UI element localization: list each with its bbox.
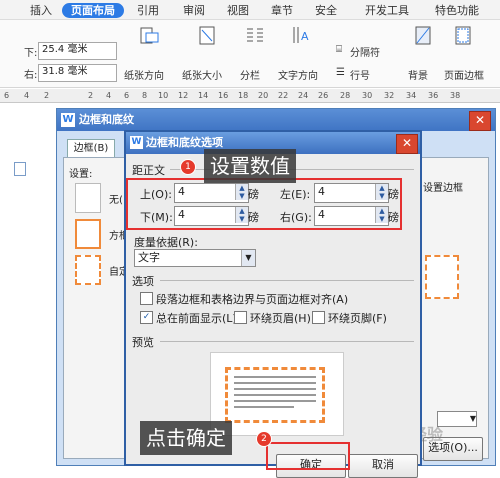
measure-from-label: 度量依据(R): xyxy=(134,236,198,249)
preview-text-line xyxy=(234,382,316,384)
ruler-number: 24 xyxy=(298,91,309,100)
page-size-icon[interactable] xyxy=(196,24,218,46)
tab-page-layout[interactable]: 页面布局 xyxy=(62,3,124,18)
setting-none-label[interactable]: 无( xyxy=(109,191,123,206)
line-number-icon: ☰ xyxy=(336,67,345,78)
margin-right-label: 右: xyxy=(24,70,38,81)
close-icon[interactable]: ✕ xyxy=(396,134,418,154)
preview-group-label: 预览 xyxy=(132,336,154,349)
ruler-number: 22 xyxy=(278,91,289,100)
step1-callout: 设置数值 xyxy=(204,149,296,183)
document-icon xyxy=(14,162,26,176)
page-orientation-button[interactable]: 纸张方向 xyxy=(124,67,164,82)
tab-review[interactable]: 审阅 xyxy=(180,3,208,18)
setting-box-icon[interactable] xyxy=(75,219,101,249)
tab-section[interactable]: 章节 xyxy=(268,3,296,18)
wps-logo-icon: W xyxy=(130,136,143,149)
settings-label: 设置: xyxy=(69,169,93,180)
surround-header-label[interactable]: 环绕页眉(H) xyxy=(250,310,311,326)
step1-badge: 1 xyxy=(180,159,196,175)
ruler-number: 32 xyxy=(384,91,395,100)
ruler-number: 20 xyxy=(258,91,269,100)
ruler-number: 2 xyxy=(88,91,94,100)
ruler-number: 28 xyxy=(340,91,351,100)
ribbon-tab-bar: 插入 页面布局 引用 审阅 视图 章节 安全 开发工具 特色功能 xyxy=(0,0,500,20)
surround-footer-label[interactable]: 环绕页脚(F) xyxy=(328,310,387,326)
ruler-number: 12 xyxy=(178,91,189,100)
preview-page-border xyxy=(225,367,325,423)
ruler-number: 2 xyxy=(44,91,50,100)
ribbon-toolbar: 下: 25.4 毫米 右: 31.8 毫米 纸张方向 纸张大小 分栏 A 文字方… xyxy=(0,20,500,88)
page-orientation-icon[interactable] xyxy=(138,24,160,46)
tab-references[interactable]: 引用 xyxy=(134,3,162,18)
page-size-button[interactable]: 纸张大小 xyxy=(182,67,222,82)
preview-text-line xyxy=(234,400,316,402)
columns-icon[interactable] xyxy=(244,24,266,46)
ruler-number: 6 xyxy=(124,91,130,100)
cancel-button[interactable]: 取消 xyxy=(348,454,418,478)
separator-button[interactable]: 分隔符 xyxy=(350,44,380,59)
tab-special[interactable]: 特色功能 xyxy=(430,3,484,18)
horizontal-ruler[interactable]: 6 4 2 2 4 6 8 10 12 14 16 18 20 22 24 26… xyxy=(0,89,500,103)
options-group-label: 选项 xyxy=(132,275,154,288)
preview-text-line xyxy=(234,394,316,396)
margin-bottom-label: 下: xyxy=(24,48,38,59)
always-front-label[interactable]: 总在前面显示(L) xyxy=(156,310,237,326)
measure-from-value: 文字 xyxy=(138,251,160,264)
ruler-number: 6 xyxy=(4,91,10,100)
text-direction-button[interactable]: 文字方向 xyxy=(278,67,318,82)
ruler-number: 14 xyxy=(198,91,209,100)
background-button[interactable]: 背景 xyxy=(408,67,428,82)
ruler-number: 4 xyxy=(24,91,30,100)
background-icon[interactable] xyxy=(412,24,434,46)
tab-borders[interactable]: 边框(B) xyxy=(67,139,115,157)
close-icon[interactable]: ✕ xyxy=(469,111,491,131)
surround-footer-checkbox[interactable] xyxy=(312,311,325,324)
ruler-number: 8 xyxy=(142,91,148,100)
page-border-icon[interactable] xyxy=(452,24,474,46)
ruler-number: 10 xyxy=(158,91,169,100)
line-number-button[interactable]: 行号 xyxy=(350,67,370,82)
set-border-hint: 设置边框 xyxy=(423,183,463,194)
measure-from-select[interactable]: 文字 ▼ xyxy=(134,249,256,267)
tab-view[interactable]: 视图 xyxy=(224,3,252,18)
tab-security[interactable]: 安全 xyxy=(312,3,340,18)
setting-custom-icon[interactable] xyxy=(75,255,101,285)
svg-text:A: A xyxy=(301,30,309,43)
from-text-label: 距正文 xyxy=(132,164,165,177)
ruler-number: 18 xyxy=(238,91,249,100)
preview-text-line xyxy=(234,388,316,390)
group-divider xyxy=(160,280,414,281)
ruler-number: 26 xyxy=(318,91,329,100)
tab-developer[interactable]: 开发工具 xyxy=(360,3,414,18)
preview-text-line xyxy=(234,376,316,378)
ruler-number: 30 xyxy=(362,91,373,100)
ruler-number: 36 xyxy=(428,91,439,100)
preview-text-line xyxy=(234,406,294,408)
separator-icon: ⌸ xyxy=(336,44,342,55)
align-checkbox[interactable] xyxy=(140,292,153,305)
align-checkbox-label[interactable]: 段落边框和表格边界与页面边框对齐(A) xyxy=(156,291,348,307)
wps-logo-icon: W xyxy=(61,113,75,127)
group-divider xyxy=(160,341,414,342)
chevron-down-icon[interactable]: ▼ xyxy=(241,250,255,266)
highlight-margins-box xyxy=(126,178,402,230)
step2-callout: 点击确定 xyxy=(140,421,232,455)
dialog-title: 边框和底纹 xyxy=(57,109,495,131)
border-preview-thumbnail xyxy=(425,255,459,299)
ruler-number: 34 xyxy=(406,91,417,100)
setting-none-icon[interactable] xyxy=(75,183,101,213)
tab-insert[interactable]: 插入 xyxy=(26,3,56,18)
step2-badge: 2 xyxy=(256,431,272,447)
margin-bottom-input[interactable]: 25.4 毫米 xyxy=(38,42,117,60)
surround-header-checkbox[interactable] xyxy=(234,311,247,324)
text-direction-icon[interactable]: A xyxy=(290,24,312,46)
ruler-number: 16 xyxy=(218,91,229,100)
ruler-number: 38 xyxy=(450,91,461,100)
ruler-number: 4 xyxy=(106,91,112,100)
margin-right-input[interactable]: 31.8 毫米 xyxy=(38,64,117,82)
page-border-button[interactable]: 页面边框 xyxy=(444,67,484,82)
always-front-checkbox[interactable]: ✓ xyxy=(140,311,153,324)
columns-button[interactable]: 分栏 xyxy=(240,67,260,82)
